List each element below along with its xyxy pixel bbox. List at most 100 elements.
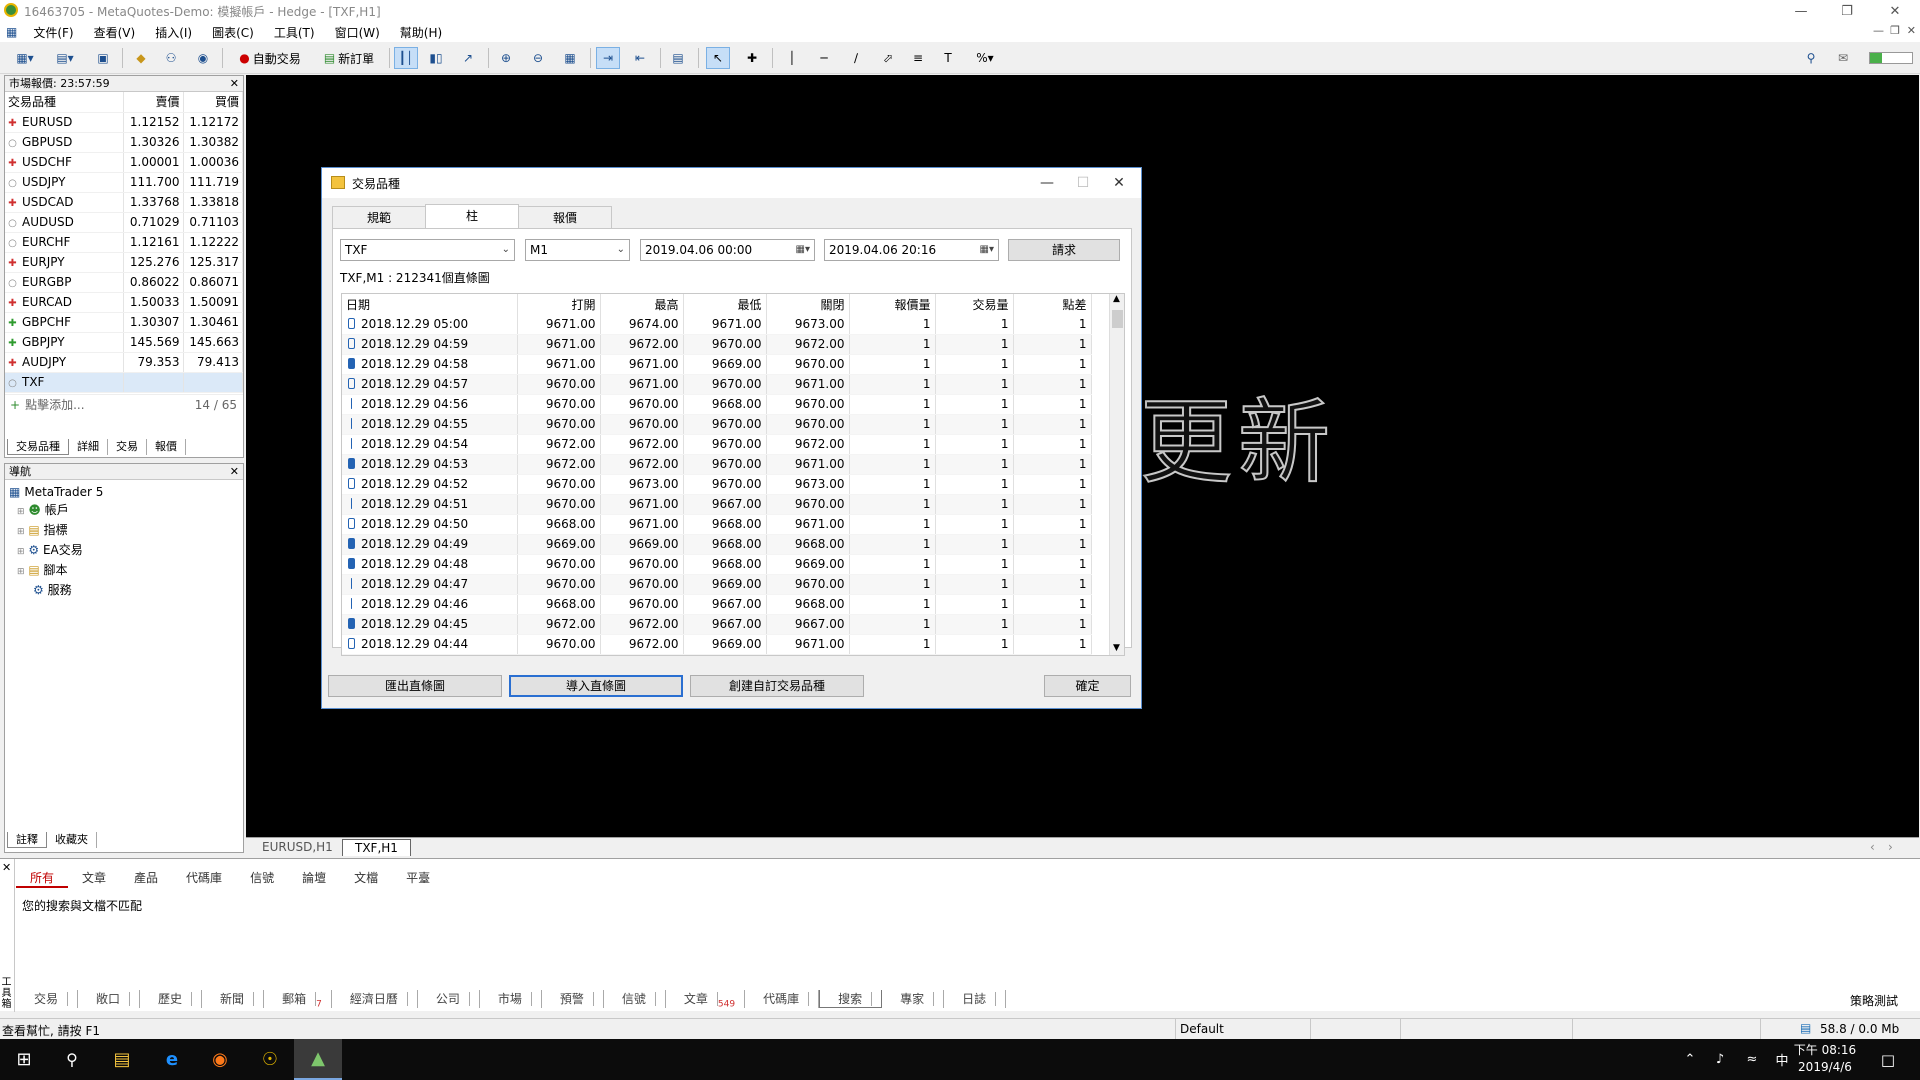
close-button[interactable]: ✕ <box>1872 0 1918 22</box>
market-watch-row[interactable]: ○ GBPUSD 1.30326 1.30382 <box>5 132 243 153</box>
search-tab-forum[interactable]: 論壇 <box>288 869 340 888</box>
menu-help[interactable]: 幫助(H) <box>390 24 452 41</box>
bar-row[interactable]: 2018.12.29 04:58 9671.00 9671.00 9669.00 967… <box>342 354 1092 375</box>
tree-item-scripts[interactable]: ⊞ ▤ 腳本 <box>9 561 239 581</box>
tree-item-indicators[interactable]: ⊞ ▤ 指標 <box>9 521 239 541</box>
toolbox-tab[interactable]: 交易 <box>16 990 79 1008</box>
edge-browser-icon[interactable]: e <box>148 1039 196 1080</box>
expand-icon[interactable]: ⊞ <box>17 567 25 577</box>
new-chart-icon[interactable]: ▦▾ <box>8 47 42 69</box>
mdi-restore-icon[interactable]: ❐ <box>1890 24 1900 37</box>
tab-scroll-right-icon[interactable]: › <box>1884 839 1897 856</box>
trendline-icon[interactable]: ∕ <box>844 47 868 69</box>
metatrader-taskbar-icon[interactable]: ▲ <box>294 1039 342 1080</box>
toolbox-tab[interactable]: 市場 <box>480 990 542 1008</box>
bar-row[interactable]: 2018.12.29 04:44 9670.00 9672.00 9669.00 967… <box>342 634 1092 655</box>
toolbox-tab[interactable]: 預警 <box>542 990 604 1008</box>
chart-window-icon[interactable]: ▦ <box>0 25 23 39</box>
symbol-select[interactable]: TXF ⌄ <box>340 239 515 261</box>
menu-tools[interactable]: 工具(T) <box>264 24 325 41</box>
bar-row[interactable]: 2018.12.29 04:51 9670.00 9671.00 9667.00 967… <box>342 494 1092 515</box>
add-symbol-row[interactable]: + 點擊添加... 14 / 65 <box>5 394 243 414</box>
tab-specification[interactable]: 規範 <box>332 206 426 228</box>
firefox-icon[interactable]: ◉ <box>196 1039 244 1080</box>
bar-row[interactable]: 2018.12.29 04:55 9670.00 9670.00 9670.00 967… <box>342 414 1092 435</box>
search-tab-codebase[interactable]: 代碼庫 <box>172 869 236 888</box>
market-watch-row[interactable]: ✚ GBPCHF 1.30307 1.30461 <box>5 312 243 333</box>
menu-window[interactable]: 窗口(W) <box>325 24 390 41</box>
col-bid[interactable]: 賣價 <box>123 92 184 113</box>
tab-symbols[interactable]: 交易品種 <box>7 439 69 455</box>
autotrading-button[interactable]: ● 自動交易 <box>230 47 310 69</box>
col-tick-volume[interactable]: 報價量 <box>849 294 936 314</box>
grid-scrollbar[interactable]: ▲ ▼ <box>1109 294 1124 655</box>
equidistant-channel-icon[interactable]: ⬀ <box>876 47 900 69</box>
bar-row[interactable]: 2018.12.29 04:49 9669.00 9669.00 9668.00 966… <box>342 534 1092 555</box>
dialog-minimize-button[interactable]: — <box>1027 172 1067 194</box>
col-close[interactable]: 關閉 <box>766 294 850 314</box>
bar-row[interactable]: 2018.12.29 04:46 9668.00 9670.00 9667.00 966… <box>342 594 1092 615</box>
search-tab-docs[interactable]: 文檔 <box>340 869 392 888</box>
tab-favorites[interactable]: 收藏夾 <box>47 832 97 848</box>
toolbox-tab[interactable]: 文章 549 <box>666 990 746 1009</box>
search-tab-all[interactable]: 所有 <box>16 869 69 888</box>
toolbox-tab[interactable]: 信號 <box>604 990 666 1008</box>
col-spread[interactable]: 點差 <box>1013 294 1092 314</box>
market-watch-row[interactable]: ○ EURGBP 0.86022 0.86071 <box>5 272 243 293</box>
expand-icon[interactable]: ⊞ <box>17 527 25 537</box>
tab-ticks[interactable]: 報價 <box>147 439 186 455</box>
market-watch-row[interactable]: ✚ EURCAD 1.50033 1.50091 <box>5 292 243 313</box>
bar-row[interactable]: 2018.12.29 04:50 9668.00 9671.00 9668.00 967… <box>342 514 1092 535</box>
vertical-line-icon[interactable]: │ <box>780 47 804 69</box>
bar-row[interactable]: 2018.12.29 04:54 9672.00 9672.00 9670.00 967… <box>342 434 1092 455</box>
col-volume[interactable]: 交易量 <box>935 294 1014 314</box>
col-date[interactable]: 日期 <box>342 294 518 314</box>
market-watch-row[interactable]: ✚ AUDJPY 79.353 79.413 <box>5 352 243 373</box>
timeframe-select[interactable]: M1 ⌄ <box>525 239 630 261</box>
scroll-up-icon[interactable]: ▲ <box>1113 294 1120 304</box>
line-chart-icon[interactable]: ↗ <box>456 47 480 69</box>
expand-icon[interactable]: ⊞ <box>17 507 25 517</box>
col-ask[interactable]: 買價 <box>183 92 243 113</box>
tree-item-services[interactable]: ⚙ 服務 <box>9 581 239 599</box>
bar-row[interactable]: 2018.12.29 04:45 9672.00 9672.00 9667.00 966… <box>342 614 1092 635</box>
menu-insert[interactable]: 插入(I) <box>145 24 202 41</box>
chat-icon[interactable]: ✉ <box>1832 47 1854 69</box>
chrome-icon[interactable]: ☉ <box>246 1039 294 1080</box>
col-high[interactable]: 最高 <box>600 294 684 314</box>
market-watch-row[interactable]: ✚ USDCAD 1.33768 1.33818 <box>5 192 243 213</box>
tile-windows-icon[interactable]: ▦ <box>558 47 582 69</box>
tab-bars[interactable]: 柱 <box>425 204 519 228</box>
search-tab-platform[interactable]: 平臺 <box>392 869 444 888</box>
fibonacci-icon[interactable]: ≡ <box>906 47 930 69</box>
toolbox-tab[interactable]: 搜索 <box>819 990 883 1008</box>
new-order-button[interactable]: ▤ 新訂單 <box>316 47 382 69</box>
bar-row[interactable]: 2018.12.29 04:57 9670.00 9671.00 9670.00 967… <box>342 374 1092 395</box>
tab-details[interactable]: 詳細 <box>69 439 108 455</box>
mdi-minimize-icon[interactable]: — <box>1873 24 1884 37</box>
toolbox-tab[interactable]: 歷史 <box>140 990 203 1008</box>
navigator-icon[interactable]: ⚇ <box>160 47 182 69</box>
ok-button[interactable]: 確定 <box>1044 675 1131 697</box>
toolbox-tab[interactable]: 郵箱 7 <box>264 990 332 1009</box>
minimize-button[interactable]: — <box>1778 0 1824 22</box>
autoscroll-icon[interactable]: ⇥ <box>596 47 620 69</box>
search-icon[interactable]: ⚲ <box>1800 47 1822 69</box>
market-watch-row[interactable]: ✚ EURJPY 125.276 125.317 <box>5 252 243 273</box>
market-watch-close-icon[interactable]: ✕ <box>230 76 239 91</box>
menu-file[interactable]: 文件(F) <box>23 24 83 41</box>
candlestick-icon[interactable]: ▮▯ <box>424 47 448 69</box>
scroll-thumb[interactable] <box>1112 310 1123 328</box>
mdi-close-icon[interactable]: ✕ <box>1907 24 1916 37</box>
bar-row[interactable]: 2018.12.29 04:48 9670.00 9670.00 9668.00 966… <box>342 554 1092 575</box>
calendar-icon[interactable]: ▦▾ <box>980 240 994 260</box>
shapes-dropdown-icon[interactable]: %▾ <box>968 47 1002 69</box>
search-tab-articles[interactable]: 文章 <box>68 869 120 888</box>
market-watch-row[interactable]: ✚ GBPJPY 145.569 145.663 <box>5 332 243 353</box>
search-tab-products[interactable]: 產品 <box>120 869 172 888</box>
market-watch-row[interactable]: ○ AUDUSD 0.71029 0.71103 <box>5 212 243 233</box>
market-watch-row[interactable]: ○ EURCHF 1.12161 1.12222 <box>5 232 243 253</box>
expand-icon[interactable]: ⊞ <box>17 547 25 557</box>
bar-row[interactable]: 2018.12.29 04:47 9670.00 9670.00 9669.00 967… <box>342 574 1092 595</box>
market-watch-row[interactable]: ✚ EURUSD 1.12152 1.12172 <box>5 112 243 133</box>
